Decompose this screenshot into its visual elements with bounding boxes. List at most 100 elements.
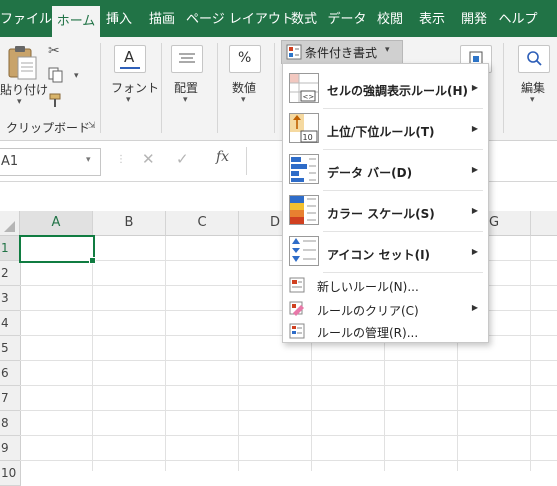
select-all-corner[interactable]: [0, 211, 20, 236]
menu-item-label: 新しいルール(N)...: [317, 280, 419, 294]
name-box[interactable]: A1 ▾: [0, 148, 101, 176]
tab-data[interactable]: データ: [326, 0, 368, 37]
menu-item-label: データ バー(D): [327, 166, 413, 180]
tab-help[interactable]: ヘルプ: [496, 0, 540, 37]
ribbon-separator: [217, 43, 218, 133]
column-header-partial[interactable]: [531, 211, 557, 236]
grid-line: [20, 360, 557, 361]
alignment-icon[interactable]: [171, 45, 203, 73]
font-dropdown-icon[interactable]: ▾: [126, 95, 131, 105]
copy-icon[interactable]: [48, 67, 64, 83]
tab-view[interactable]: 表示: [412, 0, 452, 37]
menu-item-data-bars[interactable]: データ バー(D) ▶: [283, 150, 488, 190]
column-header[interactable]: B: [93, 211, 166, 236]
number-button-label[interactable]: 数値: [232, 79, 256, 96]
menu-item-label: セルの強調表示ルール(H): [327, 84, 469, 98]
conditional-formatting-label: 条件付き書式: [305, 46, 378, 60]
color-scales-icon: [289, 195, 319, 225]
icon-sets-icon: [289, 236, 319, 266]
tab-page-layout[interactable]: ページ レイアウト: [186, 0, 294, 37]
editing-button-label[interactable]: 編集: [521, 79, 545, 96]
conditional-formatting-button[interactable]: 条件付き書式 ▾: [281, 40, 403, 64]
cancel-icon[interactable]: ✕: [142, 150, 155, 168]
tab-developer[interactable]: 開発: [454, 0, 494, 37]
menu-item-label: カラー スケール(S): [327, 207, 435, 221]
format-painter-icon[interactable]: [48, 92, 64, 108]
grid-line: [20, 385, 557, 386]
tab-draw[interactable]: 描画: [140, 0, 184, 37]
submenu-arrow-icon: ▶: [471, 83, 478, 92]
search-icon[interactable]: [518, 45, 550, 73]
chevron-down-icon: ▾: [385, 45, 390, 55]
ribbon-separator: [274, 43, 275, 133]
column-header[interactable]: C: [166, 211, 239, 236]
menu-item-label: アイコン セット(I): [327, 248, 431, 262]
percent-icon[interactable]: %: [229, 45, 261, 73]
menu-item-highlight-rules[interactable]: <> セルの強調表示ルール(H) ▶: [283, 68, 488, 108]
font-button-label[interactable]: フォント: [111, 79, 159, 96]
selected-cell-a1[interactable]: [19, 235, 95, 263]
submenu-arrow-icon: ▶: [471, 247, 478, 256]
row-header[interactable]: 7: [0, 386, 21, 411]
chevron-down-icon[interactable]: ▾: [86, 155, 91, 165]
cut-icon[interactable]: ✂: [48, 43, 64, 59]
menu-separator: [323, 272, 483, 273]
svg-text:<>: <>: [303, 93, 315, 101]
row-header[interactable]: 6: [0, 361, 21, 386]
submenu-arrow-icon: ▶: [471, 206, 478, 215]
clear-rules-icon: [289, 301, 304, 316]
menu-item-manage-rules[interactable]: ルールの管理(R)...: [283, 320, 488, 342]
insert-function-icon[interactable]: fx: [216, 149, 229, 165]
manage-rules-icon: [289, 323, 305, 339]
row-header[interactable]: 5: [0, 336, 21, 361]
row-header[interactable]: 4: [0, 311, 21, 336]
fill-handle[interactable]: [89, 257, 96, 264]
menu-item-label: 上位/下位ルール(T): [327, 125, 435, 139]
menu-bar: ファイル ホーム 挿入 描画 ページ レイアウト 数式 データ 校閲 表示 開発…: [0, 0, 557, 37]
menu-item-color-scales[interactable]: カラー スケール(S) ▶: [283, 191, 488, 231]
enter-icon[interactable]: ✓: [176, 150, 189, 168]
editing-dropdown-icon[interactable]: ▾: [530, 95, 535, 105]
row-header[interactable]: 3: [0, 286, 21, 311]
font-icon[interactable]: A: [114, 45, 146, 73]
row-header[interactable]: 10: [0, 461, 21, 486]
tab-home[interactable]: ホーム: [52, 6, 100, 37]
menu-item-new-rule[interactable]: 新しいルール(N)...: [283, 274, 488, 296]
paste-dropdown-icon[interactable]: ▾: [17, 97, 22, 107]
new-rule-icon: [289, 277, 305, 293]
submenu-arrow-icon: ▶: [471, 303, 478, 312]
data-bars-icon: [289, 154, 319, 184]
tab-formulas[interactable]: 数式: [284, 0, 324, 37]
paste-button-label[interactable]: 貼り付け: [0, 81, 48, 98]
number-dropdown-icon[interactable]: ▾: [241, 95, 246, 105]
menu-item-clear-rules[interactable]: ルールのクリア(C) ▶: [283, 298, 488, 320]
dialog-launcher-icon[interactable]: ⇲: [88, 121, 96, 131]
top-bottom-rules-icon: 10: [289, 113, 319, 143]
highlight-rules-icon: <>: [289, 73, 319, 103]
copy-dropdown-icon[interactable]: ▾: [74, 71, 79, 81]
formula-bar-grip-icon: ⋮: [116, 154, 126, 165]
alignment-button-label[interactable]: 配置: [174, 79, 198, 96]
conditional-formatting-menu: <> セルの強調表示ルール(H) ▶ 10 上位/下位ルール(T) ▶ データ: [282, 63, 489, 343]
conditional-formatting-icon: [286, 44, 302, 60]
menu-item-icon-sets[interactable]: アイコン セット(I) ▶: [283, 232, 488, 272]
grid-line: [20, 435, 557, 436]
grid-line: [20, 460, 557, 461]
name-box-value: A1: [1, 154, 19, 169]
clipboard-group-label: クリップボード: [6, 121, 91, 135]
menu-item-top-bottom-rules[interactable]: 10 上位/下位ルール(T) ▶: [283, 109, 488, 149]
tab-insert[interactable]: 挿入: [100, 0, 138, 37]
row-header[interactable]: 1: [0, 236, 21, 261]
ribbon-separator: [503, 43, 504, 133]
alignment-dropdown-icon[interactable]: ▾: [183, 95, 188, 105]
menu-item-label: ルールの管理(R)...: [317, 326, 419, 340]
column-header[interactable]: A: [20, 211, 93, 237]
submenu-arrow-icon: ▶: [471, 124, 478, 133]
ribbon-separator: [161, 43, 162, 133]
menu-item-label: ルールのクリア(C): [317, 304, 419, 318]
tab-file[interactable]: ファイル: [0, 0, 52, 37]
row-header[interactable]: 9: [0, 436, 21, 461]
row-header[interactable]: 8: [0, 411, 21, 436]
tab-review[interactable]: 校閲: [370, 0, 410, 37]
row-header[interactable]: 2: [0, 261, 21, 286]
